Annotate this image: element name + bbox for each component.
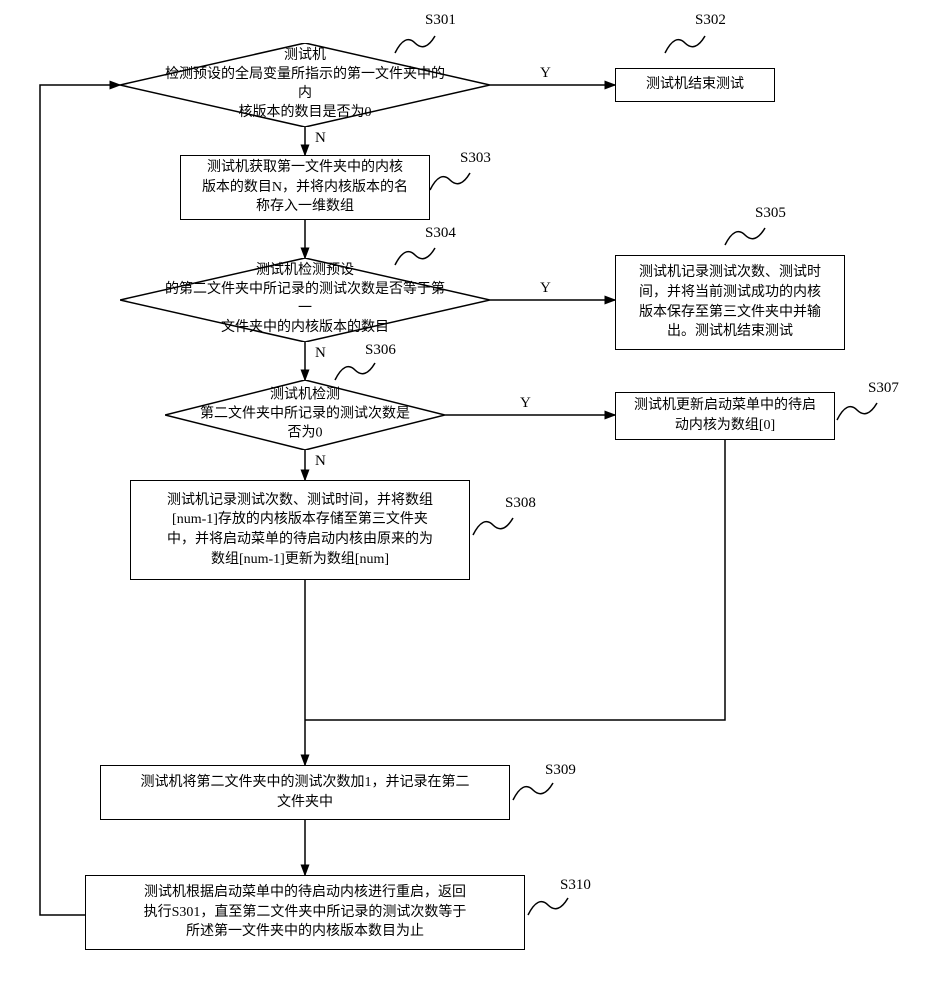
process-s302: 测试机结束测试 — [615, 68, 775, 102]
process-s308-text: 测试机记录测试次数、测试时间，并将数组 [num-1]存放的内核版本存储至第三文… — [167, 491, 433, 569]
squiggle-s310 — [523, 890, 583, 920]
process-s305: 测试机记录测试次数、测试时 间，并将当前测试成功的内核 版本保存至第三文件夹中并… — [615, 255, 845, 350]
decision-s304-text: 测试机检测预设 的第二文件夹中所记录的测试次数是否等于第一 文件夹中的内核版本的… — [120, 262, 490, 338]
process-s303-text: 测试机获取第一文件夹中的内核 版本的数目N，并将内核版本的名 称存入一维数组 — [202, 158, 408, 217]
squiggle-s304 — [390, 240, 450, 270]
process-s307-text: 测试机更新启动菜单中的待启 动内核为数组[0] — [634, 396, 816, 435]
label-s309: S309 — [545, 762, 576, 779]
label-s302: S302 — [695, 12, 726, 29]
label-s306: S306 — [365, 342, 396, 359]
label-s304: S304 — [425, 225, 456, 242]
squiggle-s301 — [390, 28, 450, 58]
squiggle-s303 — [425, 165, 485, 195]
decision-s304: 测试机检测预设 的第二文件夹中所记录的测试次数是否等于第一 文件夹中的内核版本的… — [120, 258, 490, 342]
decision-s306: 测试机检测 第二文件夹中所记录的测试次数是 否为0 — [165, 380, 445, 450]
process-s305-text: 测试机记录测试次数、测试时 间，并将当前测试成功的内核 版本保存至第三文件夹中并… — [639, 263, 821, 341]
label-s301: S301 — [425, 12, 456, 29]
label-s303: S303 — [460, 150, 491, 167]
yn-s304-y: Y — [540, 280, 551, 297]
process-s309-text: 测试机将第二文件夹中的测试次数加1，并记录在第二 文件夹中 — [141, 773, 470, 812]
label-s310: S310 — [560, 877, 591, 894]
squiggle-s308 — [468, 510, 528, 540]
process-s308: 测试机记录测试次数、测试时间，并将数组 [num-1]存放的内核版本存储至第三文… — [130, 480, 470, 580]
process-s310-text: 测试机根据启动菜单中的待启动内核进行重启，返回 执行S301，直至第二文件夹中所… — [144, 883, 467, 942]
yn-s304-n: N — [315, 345, 326, 362]
label-s308: S308 — [505, 495, 536, 512]
yn-s301-n: N — [315, 130, 326, 147]
squiggle-s307 — [832, 395, 892, 425]
yn-s306-n: N — [315, 453, 326, 470]
squiggle-s306 — [330, 355, 390, 385]
yn-s306-y: Y — [520, 395, 531, 412]
flowchart-container: 测试机 检测预设的全局变量所指示的第一文件夹中的内 核版本的数目是否为0 测试机… — [20, 20, 914, 980]
label-s307: S307 — [868, 380, 899, 397]
process-s309: 测试机将第二文件夹中的测试次数加1，并记录在第二 文件夹中 — [100, 765, 510, 820]
squiggle-s302 — [660, 28, 720, 58]
process-s303: 测试机获取第一文件夹中的内核 版本的数目N，并将内核版本的名 称存入一维数组 — [180, 155, 430, 220]
label-s305: S305 — [755, 205, 786, 222]
process-s302-text: 测试机结束测试 — [646, 75, 744, 95]
decision-s306-text: 测试机检测 第二文件夹中所记录的测试次数是 否为0 — [165, 387, 445, 444]
decision-s301-text: 测试机 检测预设的全局变量所指示的第一文件夹中的内 核版本的数目是否为0 — [120, 47, 490, 123]
process-s307: 测试机更新启动菜单中的待启 动内核为数组[0] — [615, 392, 835, 440]
process-s310: 测试机根据启动菜单中的待启动内核进行重启，返回 执行S301，直至第二文件夹中所… — [85, 875, 525, 950]
squiggle-s309 — [508, 775, 568, 805]
squiggle-s305 — [720, 220, 780, 250]
yn-s301-y: Y — [540, 65, 551, 82]
